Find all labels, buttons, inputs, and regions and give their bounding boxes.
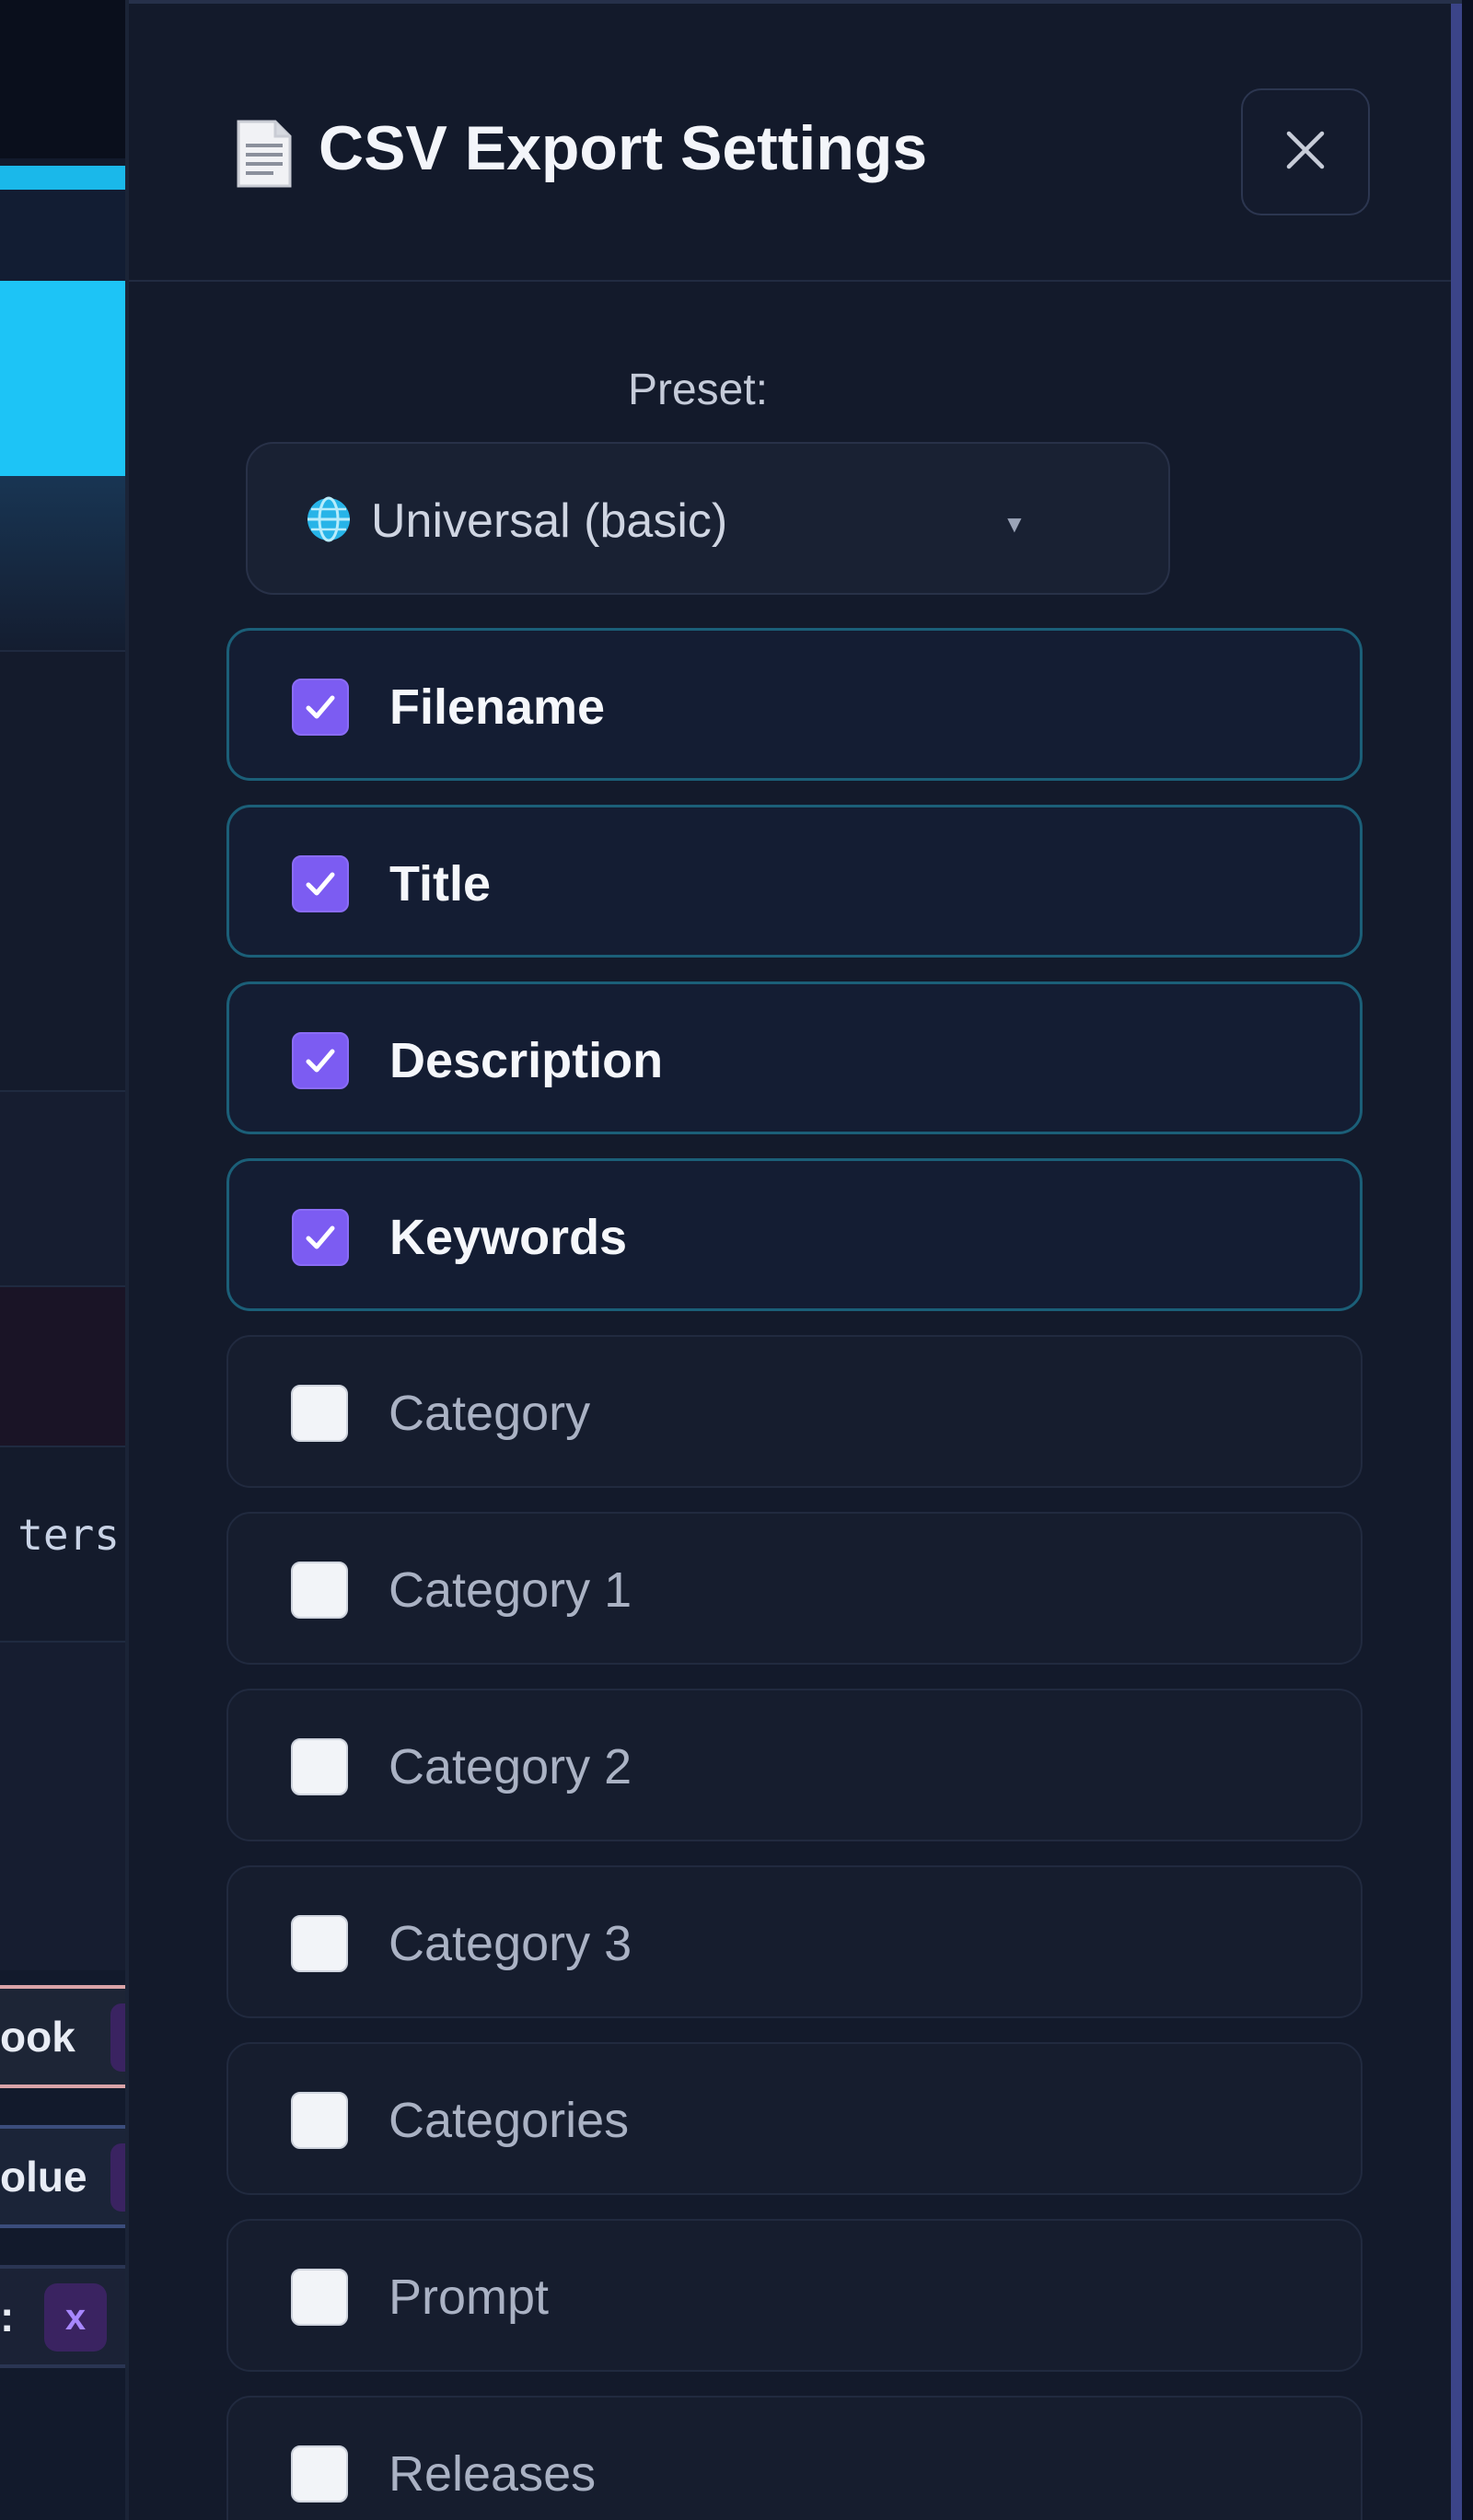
highlight-block: [0, 281, 129, 476]
field-label: Description: [389, 1033, 664, 1088]
tag-chip[interactable]: ook: [0, 1985, 129, 2088]
checkbox[interactable]: [292, 1032, 349, 1089]
field-option-category[interactable]: Category: [226, 1335, 1363, 1488]
app-window: ters ook olue : x CSV Export Settings Pr…: [0, 0, 1473, 2520]
close-button[interactable]: [1241, 88, 1370, 215]
field-label: Category: [389, 1386, 591, 1441]
preset-label: Preset:: [627, 366, 769, 414]
preset-value: Universal (basic): [371, 494, 728, 548]
field-option-keywords[interactable]: Keywords: [226, 1158, 1363, 1311]
check-icon: [306, 872, 335, 896]
field-label: Keywords: [389, 1210, 628, 1265]
field-option-filename[interactable]: Filename: [226, 628, 1363, 781]
close-icon: [1283, 128, 1328, 177]
field-label: Prompt: [389, 2270, 550, 2325]
code-fragment: ters: [17, 1510, 120, 1560]
scrollbar[interactable]: [1451, 4, 1462, 2520]
field-label: Filename: [389, 679, 606, 735]
field-label: Releases: [389, 2446, 597, 2502]
tag-chip[interactable]: olue: [0, 2125, 129, 2228]
checkbox[interactable]: [291, 1385, 348, 1442]
tag-chip[interactable]: : x: [0, 2265, 129, 2368]
panel-title: CSV Export Settings: [319, 113, 928, 183]
field-option-description[interactable]: Description: [226, 981, 1363, 1134]
field-option-category-2[interactable]: Category 2: [226, 1689, 1363, 1841]
field-option-category-1[interactable]: Category 1: [226, 1512, 1363, 1665]
checkbox[interactable]: [291, 1738, 348, 1795]
field-label: Categories: [389, 2093, 630, 2148]
field-label: Category 3: [389, 1916, 632, 1971]
preset-dropdown[interactable]: Universal (basic) ▼: [246, 442, 1170, 595]
progress-bar: [0, 166, 129, 190]
check-icon: [306, 695, 335, 719]
csv-export-settings-panel: CSV Export Settings Preset: Universal (b…: [129, 0, 1462, 2520]
tag-label: olue: [0, 2153, 87, 2201]
field-option-category-3[interactable]: Category 3: [226, 1865, 1363, 2018]
check-icon: [306, 1049, 335, 1073]
checkbox[interactable]: [291, 1562, 348, 1619]
field-label: Category 1: [389, 1562, 632, 1618]
background-app: ters ook olue : x: [0, 0, 129, 2520]
field-option-prompt[interactable]: Prompt: [226, 2219, 1363, 2372]
globe-icon: [305, 495, 353, 543]
checkbox[interactable]: [292, 1209, 349, 1266]
tag-label: ook: [0, 2013, 75, 2061]
field-label: Category 2: [389, 1739, 632, 1794]
remove-tag-button[interactable]: x: [44, 2283, 107, 2352]
field-option-releases[interactable]: Releases: [226, 2396, 1363, 2520]
field-label: Title: [389, 856, 492, 912]
panel-header: CSV Export Settings: [129, 4, 1462, 282]
checkbox[interactable]: [291, 2092, 348, 2149]
check-icon: [306, 1225, 335, 1249]
checkbox[interactable]: [292, 855, 349, 912]
chevron-down-icon: ▼: [1003, 510, 1026, 538]
field-option-title[interactable]: Title: [226, 805, 1363, 958]
checkbox[interactable]: [292, 679, 349, 736]
checkbox[interactable]: [291, 2269, 348, 2326]
document-icon: [235, 118, 294, 190]
tag-label: :: [0, 2293, 15, 2340]
field-option-categories[interactable]: Categories: [226, 2042, 1363, 2195]
checkbox[interactable]: [291, 2445, 348, 2503]
checkbox[interactable]: [291, 1915, 348, 1972]
